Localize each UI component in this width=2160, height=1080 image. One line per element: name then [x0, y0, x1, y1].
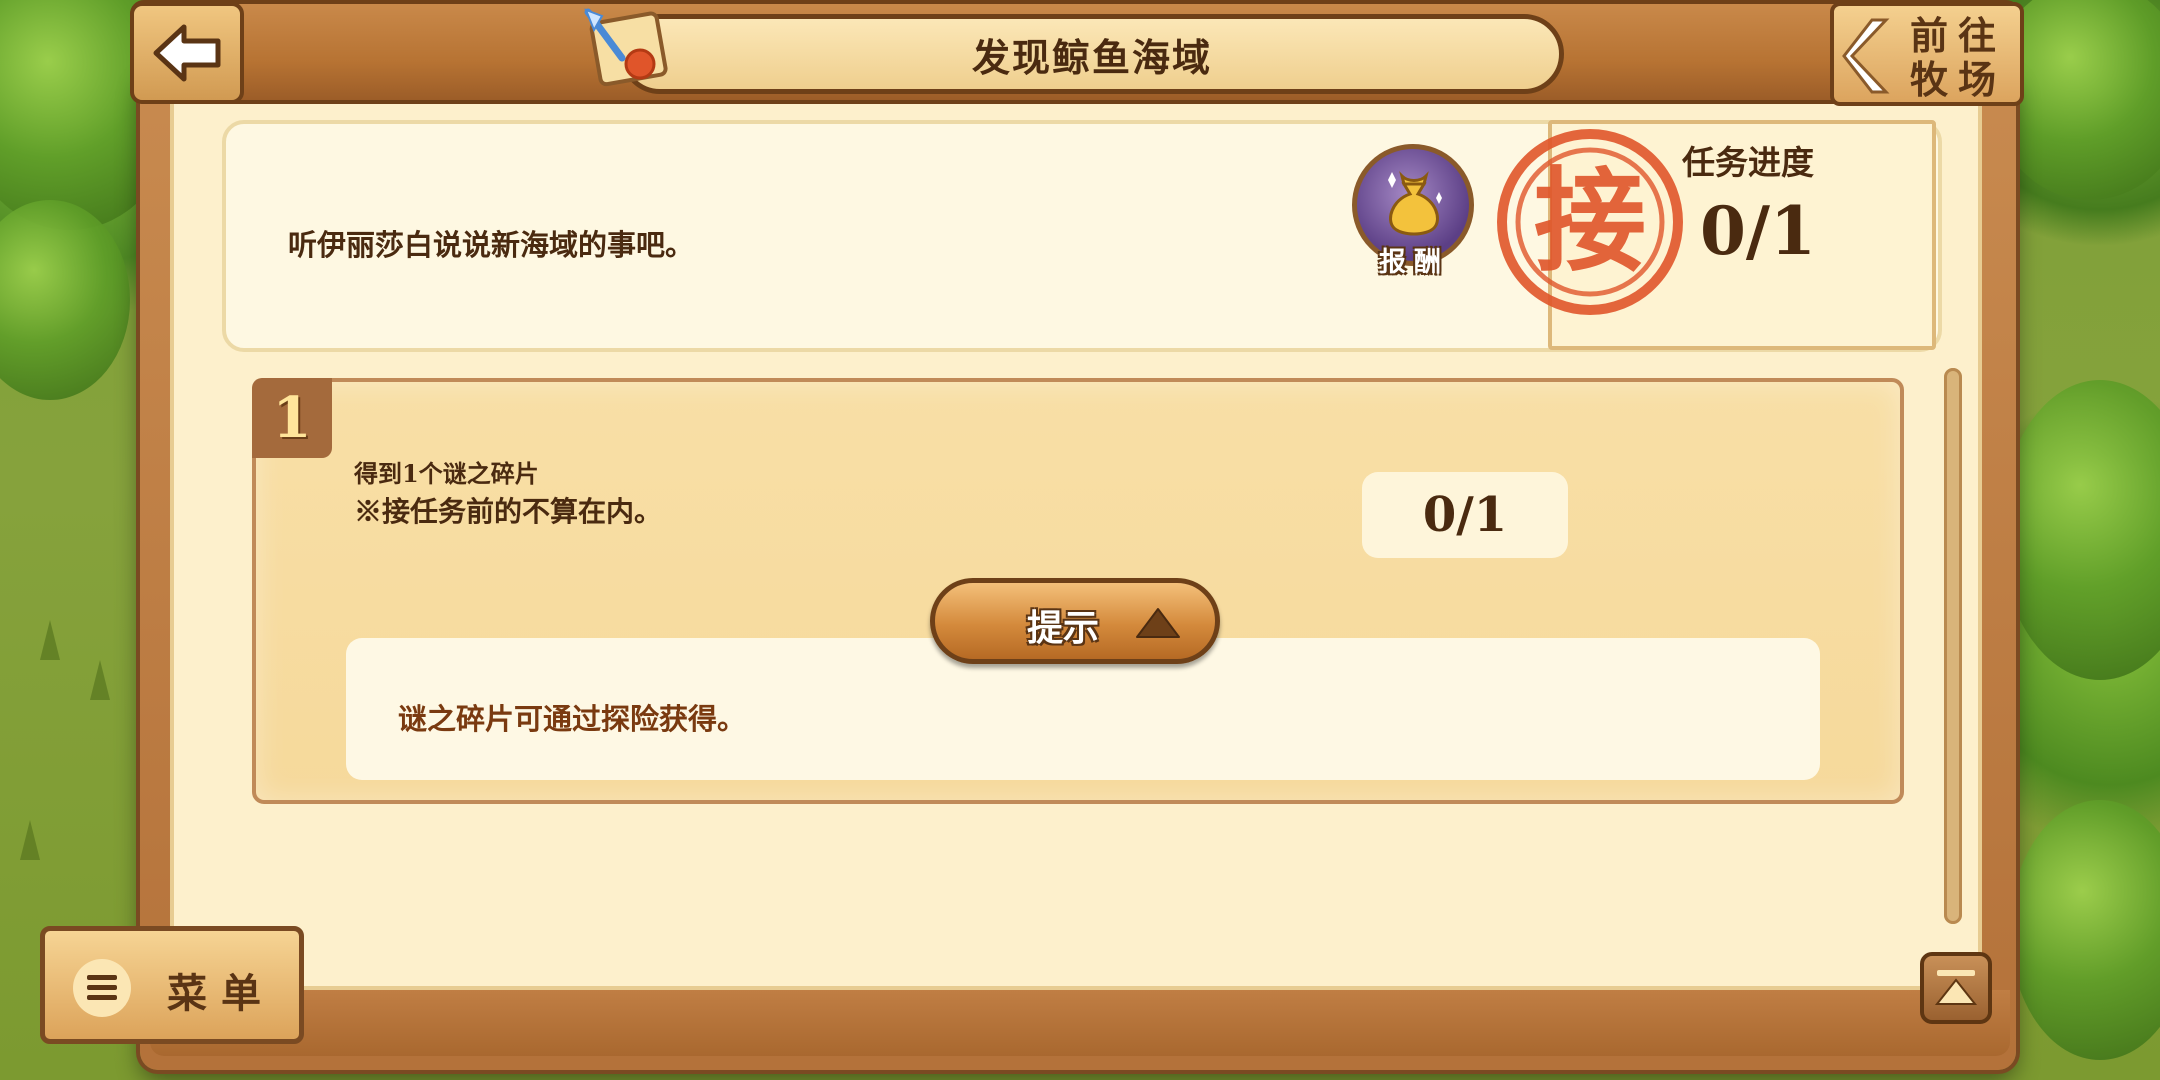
- menu-button[interactable]: 菜单: [40, 926, 304, 1044]
- progress-value: 0/1: [1700, 192, 1816, 270]
- goto-ranch-label: 前往牧场: [1909, 14, 2006, 102]
- task-count: 0/1: [1362, 472, 1568, 558]
- triangle-up-icon: [1136, 608, 1180, 638]
- progress-label: 任务进度: [1682, 143, 1814, 182]
- task-number: 1: [252, 378, 332, 458]
- scroll-top-icon: [1934, 970, 1978, 1005]
- back-arrow-icon: [153, 24, 221, 82]
- stamp-char: 接: [1534, 156, 1646, 287]
- hint-button-label: 提示: [1027, 608, 1100, 649]
- goto-ranch-button[interactable]: 前往牧场: [1830, 2, 2024, 106]
- scrollbar[interactable]: [1944, 368, 1962, 924]
- quest-description: 听伊丽莎白说说新海域的事吧。: [288, 228, 695, 262]
- task-note: ※接任务前的不算在内。: [354, 495, 663, 528]
- quest-scroll-icon: [584, 8, 668, 87]
- reward-label: 报酬: [1379, 247, 1449, 278]
- hint-text: 谜之碎片可通过探险获得。: [398, 702, 747, 736]
- chevron-left-icon: [1842, 18, 1890, 94]
- menu-label: 菜单: [167, 971, 275, 1017]
- accepted-stamp: 接: [1497, 129, 1683, 315]
- reward-button[interactable]: 报酬: [1352, 144, 1476, 284]
- task-objective: 得到1个谜之碎片: [354, 459, 539, 488]
- hamburger-icon: [73, 959, 131, 1017]
- page-title: 发现鲸鱼海域: [971, 34, 1212, 80]
- page-title-plate: 发现鲸鱼海域: [620, 14, 1564, 94]
- panel-bottom-bar: [150, 990, 2010, 1056]
- hint-button[interactable]: 提示: [930, 578, 1220, 664]
- money-bag-icon: [1388, 171, 1442, 236]
- scroll-to-top-button[interactable]: [1920, 952, 1992, 1024]
- back-button[interactable]: [130, 2, 244, 104]
